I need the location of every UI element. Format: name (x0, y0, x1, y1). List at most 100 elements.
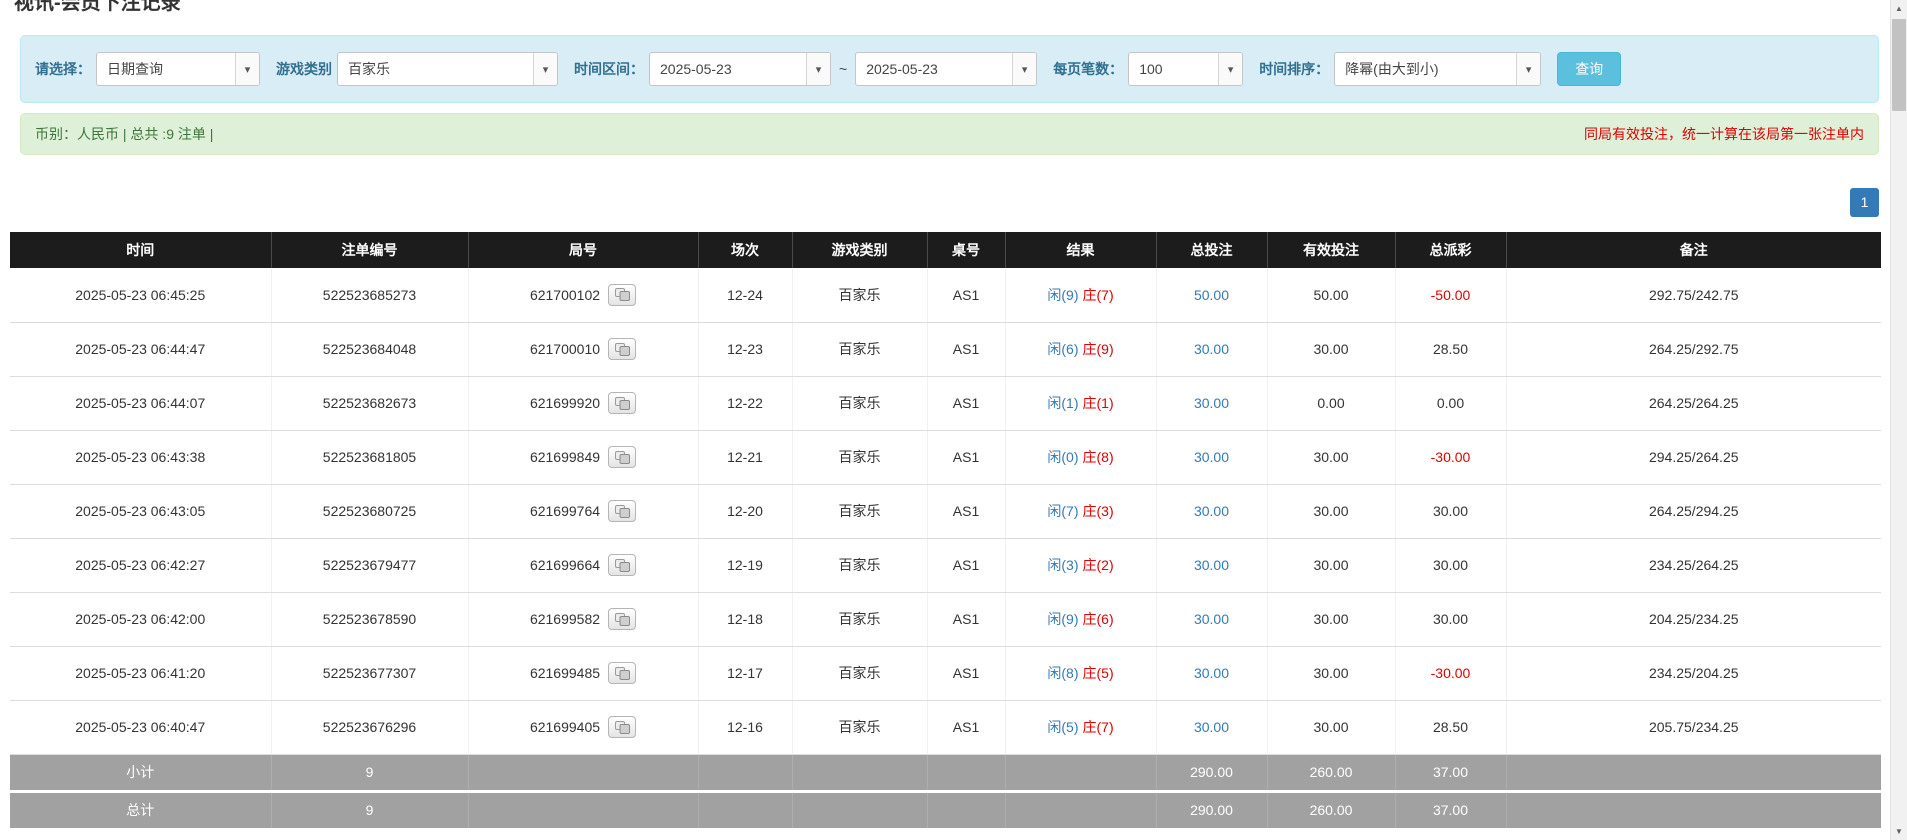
cell-session: 12-24 (698, 268, 792, 322)
round-result-icon-button[interactable] (608, 338, 636, 360)
cell-remark: 234.25/264.25 (1506, 538, 1881, 592)
query-type-label: 请选择： (35, 59, 91, 79)
grand-total-empty-cell (698, 791, 792, 828)
date-to-select[interactable]: 2025-05-23 ▾ (855, 52, 1037, 86)
cell-game-type: 百家乐 (792, 430, 927, 484)
scrollbar-up-arrow-icon[interactable]: ▲ (1891, 0, 1907, 17)
cards-icon (615, 288, 630, 301)
cell-round: 621699664 (468, 538, 698, 592)
cell-game-type: 百家乐 (792, 322, 927, 376)
page-size-label: 每页笔数： (1053, 59, 1123, 79)
round-result-icon-button[interactable] (608, 662, 636, 684)
cell-result: 闲(9)庄(7) (1005, 268, 1156, 322)
cell-round: 621700010 (468, 322, 698, 376)
cell-time: 2025-05-23 06:44:07 (10, 376, 271, 430)
result-player: 闲(7) (1047, 503, 1078, 519)
cell-valid-bet: 30.00 (1267, 592, 1395, 646)
game-type-select[interactable]: 百家乐 ▾ (337, 52, 558, 86)
cell-total-bet: 30.00 (1156, 376, 1267, 430)
cell-table-no: AS1 (927, 322, 1005, 376)
cell-time: 2025-05-23 06:42:00 (10, 592, 271, 646)
total-bet-link[interactable]: 30.00 (1194, 449, 1229, 465)
round-number: 621699405 (530, 719, 600, 735)
result-banker: 庄(5) (1083, 665, 1114, 681)
pagination-page-1-button[interactable]: 1 (1850, 188, 1879, 217)
date-from-select[interactable]: 2025-05-23 ▾ (649, 52, 831, 86)
cell-bet-id: 522523677307 (271, 646, 468, 700)
round-result-icon-button[interactable] (608, 500, 636, 522)
subtotal-empty-cell (927, 754, 1005, 791)
scrollbar-thumb[interactable] (1892, 19, 1906, 111)
scrollbar-down-arrow-icon[interactable]: ▼ (1891, 823, 1907, 840)
subtotal-payout: 37.00 (1395, 754, 1506, 791)
chevron-down-icon[interactable]: ▾ (1516, 53, 1540, 85)
cards-icon (615, 559, 630, 572)
round-number: 621700102 (530, 287, 600, 303)
chevron-down-icon[interactable]: ▾ (533, 53, 557, 85)
round-number: 621699849 (530, 449, 600, 465)
cell-valid-bet: 30.00 (1267, 484, 1395, 538)
time-sort-select[interactable]: 降幂(由大到小) ▾ (1334, 52, 1541, 86)
table-row: 2025-05-23 06:44:07 522523682673 6216999… (10, 376, 1881, 430)
round-result-icon-button[interactable] (608, 608, 636, 630)
round-result-icon-button[interactable] (608, 446, 636, 468)
cell-valid-bet: 30.00 (1267, 430, 1395, 484)
total-bet-link[interactable]: 30.00 (1194, 611, 1229, 627)
cards-icon (615, 721, 630, 734)
date-to-value: 2025-05-23 (856, 53, 1012, 85)
total-bet-link[interactable]: 30.00 (1194, 719, 1229, 735)
cell-game-type: 百家乐 (792, 700, 927, 754)
result-player: 闲(0) (1047, 449, 1078, 465)
query-button[interactable]: 查询 (1557, 52, 1621, 86)
cell-session: 12-23 (698, 322, 792, 376)
total-bet-link[interactable]: 30.00 (1194, 503, 1229, 519)
cell-total-bet: 30.00 (1156, 538, 1267, 592)
cell-game-type: 百家乐 (792, 646, 927, 700)
cell-remark: 264.25/292.75 (1506, 322, 1881, 376)
table-row: 2025-05-23 06:40:47 522523676296 6216994… (10, 700, 1881, 754)
total-bet-link[interactable]: 30.00 (1194, 341, 1229, 357)
cell-payout: -30.00 (1395, 646, 1506, 700)
chevron-down-icon[interactable]: ▾ (806, 53, 830, 85)
grand-total-empty-cell (1005, 791, 1156, 828)
query-type-select[interactable]: 日期查询 ▾ (96, 52, 260, 86)
page-size-select[interactable]: 100 ▾ (1128, 52, 1243, 86)
round-result-icon-button[interactable] (608, 284, 636, 306)
cell-table-no: AS1 (927, 592, 1005, 646)
cell-table-no: AS1 (927, 268, 1005, 322)
grand-total-payout: 37.00 (1395, 791, 1506, 828)
total-bet-link[interactable]: 30.00 (1194, 665, 1229, 681)
result-player: 闲(8) (1047, 665, 1078, 681)
cell-round: 621699405 (468, 700, 698, 754)
table-header-row: 时间 注单编号 局号 场次 游戏类别 桌号 结果 总投注 有效投注 总派彩 备注 (10, 232, 1881, 268)
cell-total-bet: 50.00 (1156, 268, 1267, 322)
chevron-down-icon[interactable]: ▾ (1218, 53, 1242, 85)
cell-valid-bet: 30.00 (1267, 538, 1395, 592)
round-result-icon-button[interactable] (608, 716, 636, 738)
chevron-down-icon[interactable]: ▾ (1012, 53, 1036, 85)
subtotal-empty-cell (698, 754, 792, 791)
cell-round: 621699764 (468, 484, 698, 538)
scrollbar[interactable]: ▲ ▼ (1890, 0, 1907, 840)
subtotal-count: 9 (271, 754, 468, 791)
round-result-icon-button[interactable] (608, 554, 636, 576)
chevron-down-icon[interactable]: ▾ (235, 53, 259, 85)
col-header-game-type: 游戏类别 (792, 232, 927, 268)
cards-icon (615, 451, 630, 464)
round-number: 621699764 (530, 503, 600, 519)
time-sort-value: 降幂(由大到小) (1335, 53, 1516, 85)
round-result-icon-button[interactable] (608, 392, 636, 414)
cell-total-bet: 30.00 (1156, 322, 1267, 376)
total-bet-link[interactable]: 30.00 (1194, 557, 1229, 573)
cards-icon (615, 505, 630, 518)
cell-valid-bet: 30.00 (1267, 322, 1395, 376)
table-body: 2025-05-23 06:45:25 522523685273 6217001… (10, 268, 1881, 754)
cards-icon (615, 613, 630, 626)
currency-total-info: 币别：人民币 | 总共 :9 注单 | (35, 124, 213, 144)
total-bet-link[interactable]: 50.00 (1194, 287, 1229, 303)
cell-valid-bet: 0.00 (1267, 376, 1395, 430)
cell-total-bet: 30.00 (1156, 484, 1267, 538)
total-bet-link[interactable]: 30.00 (1194, 395, 1229, 411)
cell-round: 621699849 (468, 430, 698, 484)
cell-game-type: 百家乐 (792, 538, 927, 592)
